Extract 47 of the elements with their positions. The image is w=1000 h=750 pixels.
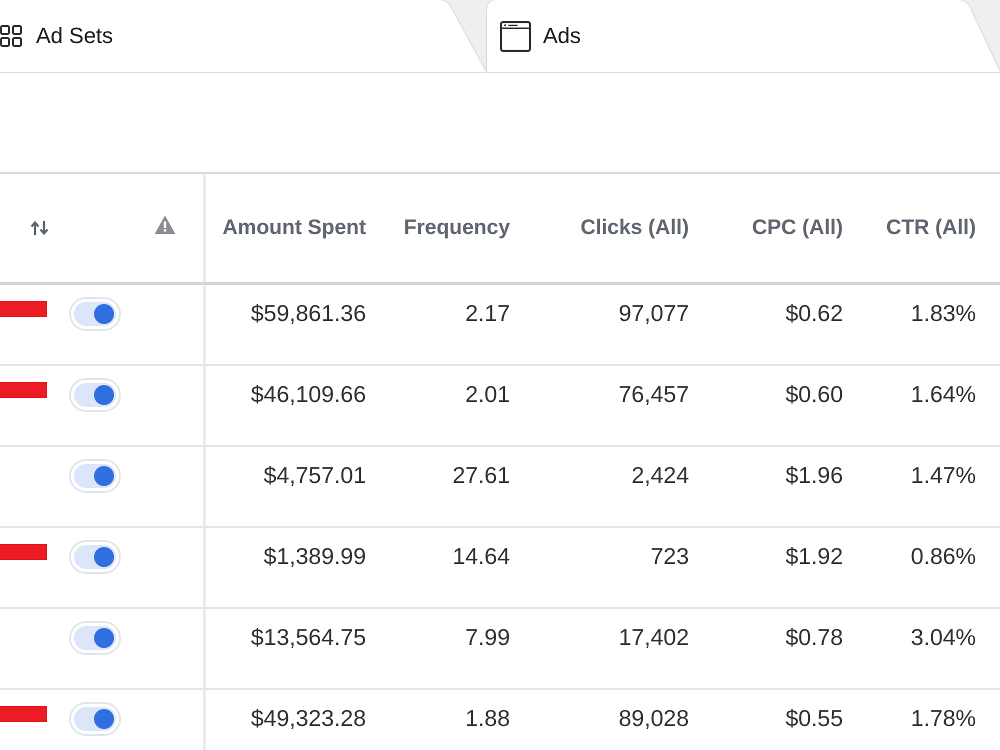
column-header: CTR (All) — [885, 215, 977, 241]
table-cell: $1,389.99 — [264, 543, 366, 570]
toggle-switch[interactable] — [69, 378, 121, 412]
table-cell: $59,861.36 — [250, 300, 366, 327]
table-cell: 2.17 — [465, 300, 510, 327]
column-header: Clicks (All) — [579, 215, 690, 241]
column-header: Amount Spent — [222, 215, 367, 241]
toggle-switch[interactable] — [69, 459, 121, 493]
table-cell: $0.55 — [785, 705, 843, 732]
table-cell: 7.99 — [465, 624, 510, 651]
table-cell: $4,757.01 — [264, 462, 366, 489]
table-cell: 1.64% — [910, 381, 976, 408]
table-cell: 3.04% — [910, 624, 976, 651]
table-cell: $1.96 — [785, 462, 843, 489]
grid-icon — [0, 25, 22, 47]
table-cell: 1.78% — [910, 705, 976, 732]
table-cell: 14.64 — [452, 543, 510, 570]
toggle-switch[interactable] — [69, 702, 121, 736]
table-cell: 89,028 — [618, 705, 689, 732]
table-cell: $13,564.75 — [250, 624, 366, 651]
table-cell: 2,424 — [631, 462, 689, 489]
table-cell: 27.61 — [452, 462, 510, 489]
tab[interactable]: Ad Sets — [0, 0, 486, 72]
table-cell: $46,109.66 — [250, 381, 366, 408]
table-cell: 1.83% — [910, 300, 976, 327]
table-cell: 723 — [650, 543, 689, 570]
window-icon — [500, 20, 531, 52]
tab[interactable]: Ads — [487, 0, 1000, 72]
table-cell: 0.86% — [910, 543, 976, 570]
table-cell: 97,077 — [618, 300, 689, 327]
table-cell: $0.60 — [785, 381, 843, 408]
table-cell: $0.62 — [785, 300, 843, 327]
toggle-switch[interactable] — [69, 540, 121, 574]
table-cell: 1.88 — [465, 705, 510, 732]
warning-icon — [155, 216, 175, 234]
table-cell: $49,323.28 — [250, 705, 366, 732]
toggle-switch[interactable] — [69, 621, 121, 655]
table-cell: 17,402 — [618, 624, 689, 651]
table-cell: 76,457 — [618, 381, 689, 408]
table-cell: 2.01 — [465, 381, 510, 408]
table-cell: $1.92 — [785, 543, 843, 570]
column-header: Frequency — [402, 215, 511, 241]
sort-icon[interactable] — [30, 220, 50, 236]
toggle-switch[interactable] — [69, 297, 121, 331]
column-header: CPC (All) — [751, 215, 844, 241]
table-cell: 1.47% — [910, 462, 976, 489]
table-cell: $0.78 — [785, 624, 843, 651]
